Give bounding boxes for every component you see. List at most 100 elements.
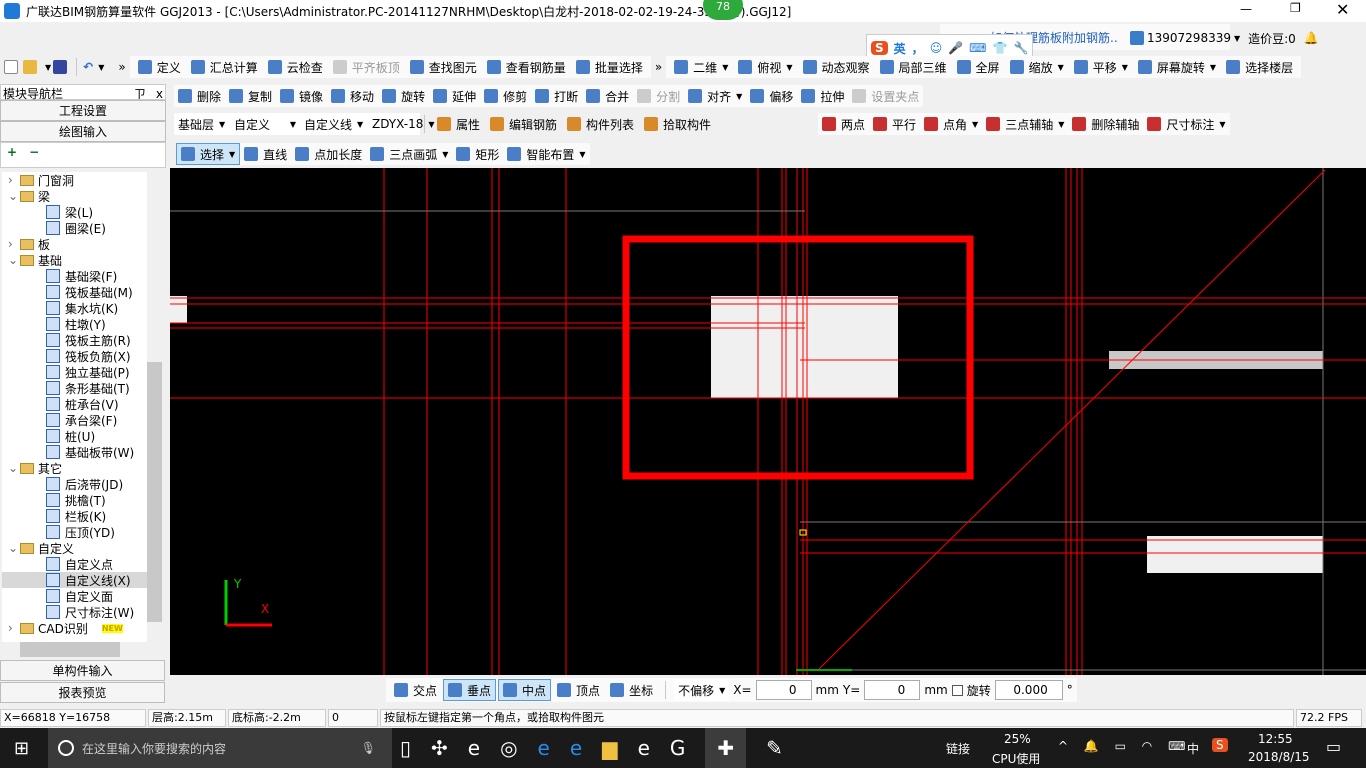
tree-item[interactable]: 自定义面 — [2, 588, 147, 604]
view-btn-2-button[interactable]: 动态观察 — [799, 56, 874, 78]
edge-icon[interactable]: e — [538, 736, 550, 760]
tree-item[interactable]: 独立基础(P) — [2, 364, 147, 380]
x-input[interactable]: 0 — [755, 680, 812, 700]
view-btn-0-button[interactable]: 二维 ▼ — [670, 56, 732, 78]
ie-icon[interactable]: e — [570, 736, 582, 760]
clock-time[interactable]: 12:55 — [1258, 732, 1293, 746]
emoji-icon[interactable]: ☺ — [930, 41, 943, 55]
type-select[interactable]: 自定义 ▼ — [230, 113, 300, 135]
edit-btn-11-button[interactable]: 偏移 — [746, 85, 797, 107]
open-file-icon[interactable] — [23, 60, 37, 74]
view-btn-7-button[interactable]: 屏幕旋转 ▼ — [1134, 56, 1220, 78]
tree-item[interactable]: 承台梁(F) — [2, 412, 147, 428]
snap-0-button[interactable]: 交点 — [390, 679, 441, 701]
axis-btn-2-button[interactable]: 点角 ▼ — [920, 113, 982, 135]
edit-btn-7-button[interactable]: 打断 — [531, 85, 582, 107]
tree-item[interactable]: › 门窗洞 — [2, 172, 147, 188]
edit-btn-5-button[interactable]: 延伸 — [429, 85, 480, 107]
comp-btn-0-button[interactable]: 属性 — [433, 113, 484, 135]
view-btn-5-button[interactable]: 缩放 ▼ — [1006, 56, 1068, 78]
tree-item[interactable]: 基础板带(W) — [2, 444, 147, 460]
keyboard-icon[interactable]: ⌨ — [969, 41, 986, 55]
ime-lang[interactable]: 英 — [894, 40, 906, 57]
snap-1-button[interactable]: 垂点 — [443, 679, 497, 701]
tree-item[interactable]: 尺寸标注(W) — [2, 604, 147, 620]
draw-btn-0-button[interactable]: 选择 ▼ — [176, 143, 241, 165]
mic-icon[interactable]: 🎙 — [361, 741, 376, 755]
start-icon[interactable]: ⊞ — [14, 738, 29, 759]
mic-icon[interactable]: 🎤 — [948, 41, 963, 55]
comp-btn-1-button[interactable]: 编辑钢筋 — [486, 113, 561, 135]
collapse-all-icon[interactable]: − — [29, 145, 39, 159]
floor-select[interactable]: 基础层 ▼ — [174, 113, 230, 135]
view-btn-3-button[interactable]: 局部三维 — [876, 56, 951, 78]
close-button[interactable]: ✕ — [1336, 0, 1349, 19]
draw-btn-5-button[interactable]: 智能布置 ▼ — [503, 143, 589, 165]
tree-item[interactable]: 压顶(YD) — [2, 524, 147, 540]
tree-item[interactable]: › 板 — [2, 236, 147, 252]
edit-btn-12-button[interactable]: 拉伸 — [797, 85, 848, 107]
toolbar-btn-2-button[interactable]: 云检查 — [264, 56, 327, 78]
subtype-select[interactable]: 自定义线 ▼ — [300, 113, 368, 135]
ggj-app-icon[interactable]: ✚ — [705, 728, 747, 768]
ime-indicator[interactable]: 中 — [1187, 740, 1199, 757]
tree-item[interactable]: 筏板主筋(R) — [2, 332, 147, 348]
expand-icon[interactable]: › — [8, 173, 20, 187]
axis-btn-0-button[interactable]: 两点 — [818, 113, 869, 135]
edit-btn-6-button[interactable]: 修剪 — [480, 85, 531, 107]
comp-btn-3-button[interactable]: 拾取构件 — [640, 113, 715, 135]
file-explorer-icon[interactable]: ▆ — [602, 736, 617, 760]
tree-item[interactable]: ⌄ 基础 — [2, 252, 147, 268]
snap-2-button[interactable]: 中点 — [498, 679, 552, 701]
edit-btn-9-button[interactable]: 分割 — [633, 85, 684, 107]
task-view-icon[interactable]: ▯ — [400, 736, 411, 760]
taskbar-search[interactable]: 在这里输入你要搜索的内容 🎙 — [48, 728, 392, 768]
edit-btn-10-button[interactable]: 对齐 ▼ — [684, 85, 746, 107]
expand-icon[interactable]: › — [8, 621, 20, 635]
rotate-checkbox[interactable] — [951, 684, 963, 696]
report-preview-tab[interactable]: 报表预览 — [0, 682, 165, 703]
new-file-icon[interactable] — [4, 60, 18, 74]
draw-input-tab[interactable]: 绘图输入 — [0, 121, 166, 142]
toolbar-btn-5-button[interactable]: 查看钢筋量 — [483, 56, 570, 78]
axis-btn-4-button[interactable]: 删除辅轴 — [1068, 113, 1143, 135]
expand-icon[interactable]: ⌄ — [8, 189, 20, 203]
toolbar-btn-0-button[interactable]: 定义 — [134, 56, 185, 78]
pin-icon[interactable]: ㄗ — [134, 87, 146, 101]
glodon-app-icon[interactable]: G — [670, 736, 686, 760]
fan-app-icon[interactable]: ✣ — [431, 736, 448, 760]
tree-item[interactable]: ⌄ 自定义 — [2, 540, 147, 556]
draw-btn-1-button[interactable]: 直线 — [240, 143, 291, 165]
toolbar-btn-6-button[interactable]: 批量选择 — [572, 56, 647, 78]
view-btn-6-button[interactable]: 平移 ▼ — [1070, 56, 1132, 78]
toolbar-btn-4-button[interactable]: 查找图元 — [406, 56, 481, 78]
browser-app-icon[interactable]: ◎ — [500, 736, 517, 760]
toolbar-btn-1-button[interactable]: 汇总计算 — [187, 56, 262, 78]
tray-icons[interactable]: ^ 🔔 ▭ ◠ ⌨ — [1058, 739, 1191, 753]
y-input[interactable]: 0 — [864, 680, 921, 700]
wrench-icon[interactable]: 🔧 — [1013, 41, 1028, 55]
drawing-canvas[interactable]: YX — [170, 168, 1366, 675]
tree-item[interactable]: 桩承台(V) — [2, 396, 147, 412]
view-btn-4-button[interactable]: 全屏 — [953, 56, 1004, 78]
green-browser-icon[interactable]: e — [638, 736, 650, 760]
rotate-input[interactable]: 0.000 — [994, 680, 1063, 700]
expand-icon[interactable]: ⌄ — [8, 461, 20, 475]
edit-btn-3-button[interactable]: 移动 — [327, 85, 378, 107]
offset-select[interactable]: 不偏移 ▼ — [674, 679, 730, 701]
axis-btn-1-button[interactable]: 平行 — [869, 113, 920, 135]
undo-icon[interactable]: ↶ — [83, 60, 93, 74]
draw-btn-3-button[interactable]: 三点画弧 ▼ — [366, 143, 452, 165]
tree-item[interactable]: 后浇带(JD) — [2, 476, 147, 492]
save-icon[interactable] — [53, 60, 68, 74]
tree-item[interactable]: 柱墩(Y) — [2, 316, 147, 332]
view-btn-1-button[interactable]: 俯视 ▼ — [734, 56, 796, 78]
tree-item[interactable]: 筏板基础(M) — [2, 284, 147, 300]
bell-icon[interactable]: 🔔 — [1304, 31, 1319, 45]
draw-btn-2-button[interactable]: 点加长度 — [291, 143, 366, 165]
expand-all-icon[interactable]: + — [7, 145, 17, 159]
edit-btn-1-button[interactable]: 复制 — [225, 85, 276, 107]
expand-icon[interactable]: ⌄ — [8, 253, 20, 267]
sogou-icon[interactable]: S — [871, 41, 888, 55]
edit-btn-2-button[interactable]: 镜像 — [276, 85, 327, 107]
